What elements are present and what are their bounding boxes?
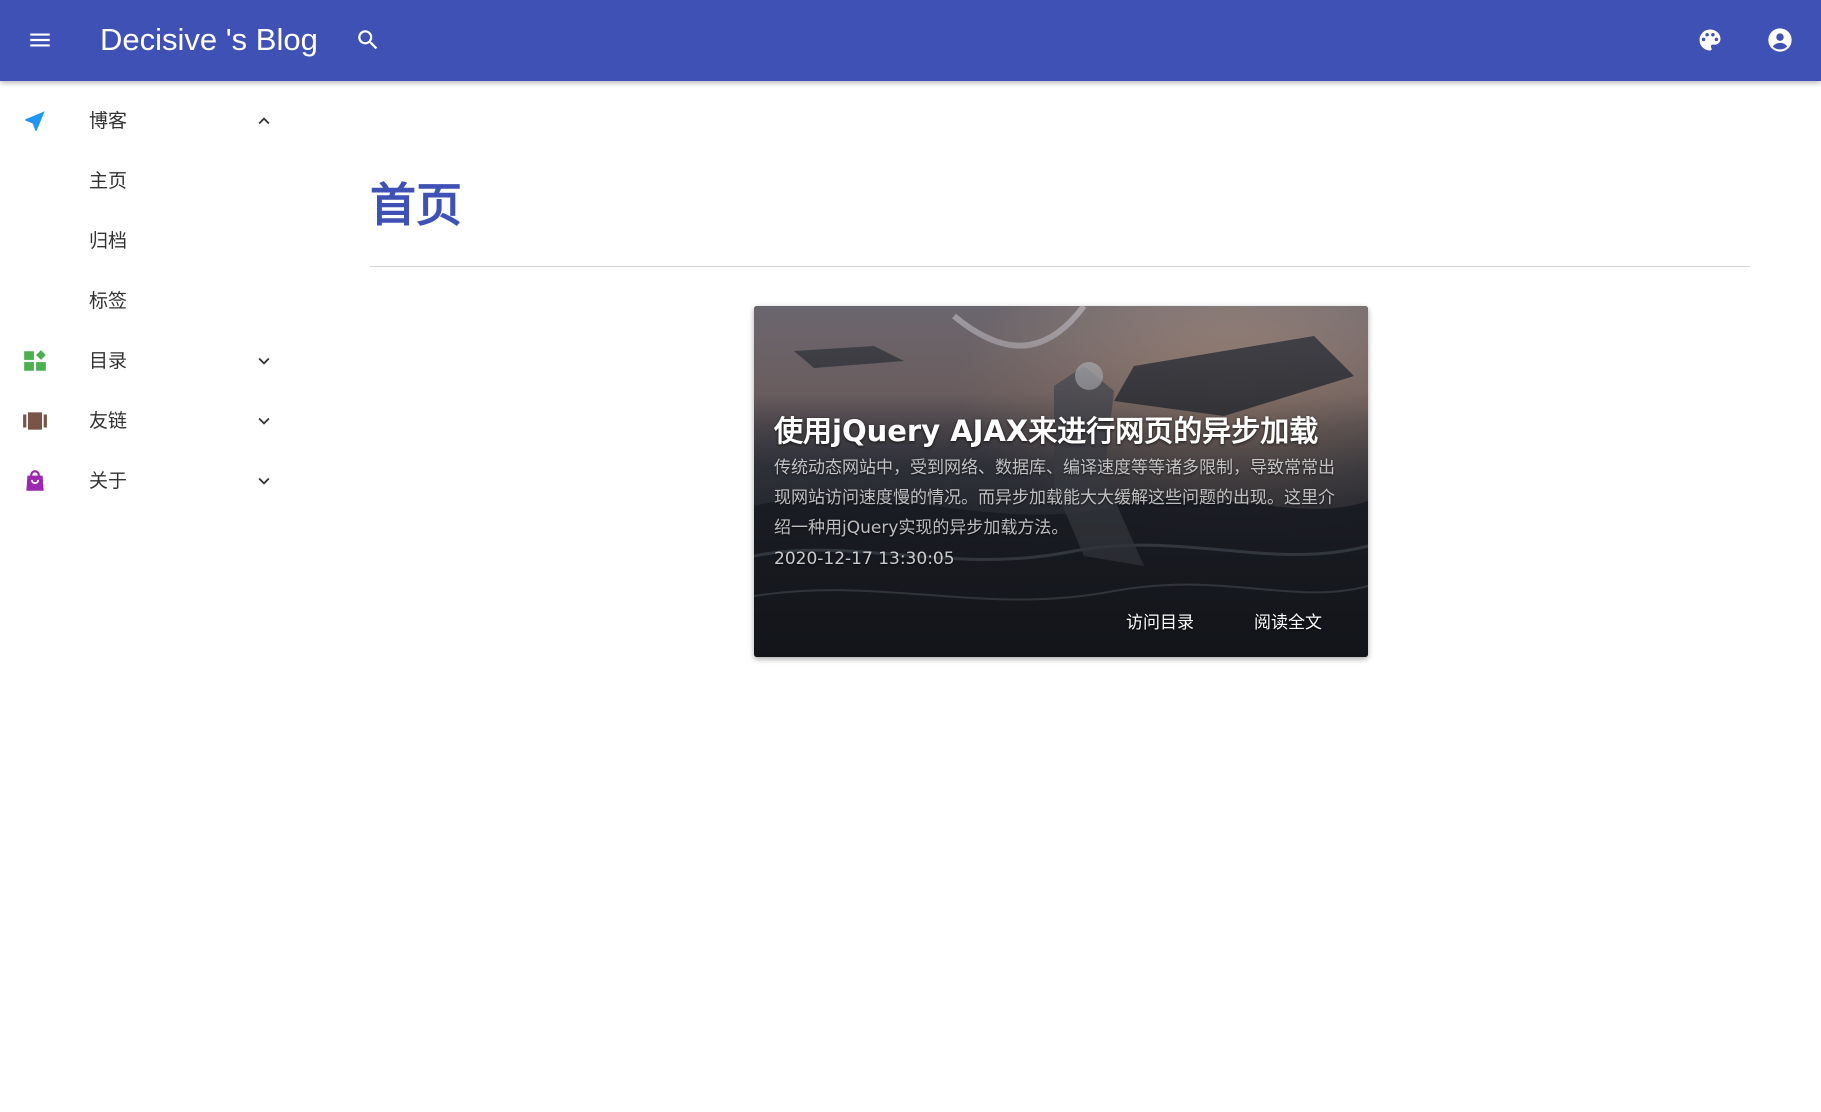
sidebar-item-label: 友链 bbox=[89, 410, 128, 432]
search-icon bbox=[358, 30, 378, 50]
sidebar-item-label: 主页 bbox=[89, 170, 128, 192]
sidebar-item-links[interactable]: 友链 bbox=[0, 391, 300, 451]
shopping-bag-icon bbox=[20, 469, 50, 493]
menu-button[interactable] bbox=[20, 20, 60, 60]
search-button[interactable] bbox=[348, 20, 388, 60]
post-date: 2020-12-17 13:30:05 bbox=[774, 549, 955, 569]
sidebar-item-label: 目录 bbox=[89, 350, 128, 372]
navigation-icon bbox=[20, 109, 50, 133]
chevron-down-icon bbox=[252, 349, 276, 373]
post-excerpt: 传统动态网站中，受到网络、数据库、编译速度等等诸多限制，导致常常出现网站访问速度… bbox=[774, 458, 1335, 538]
menu-icon bbox=[30, 33, 50, 47]
sidebar-item-label: 标签 bbox=[89, 290, 128, 312]
site-title[interactable]: Decisive 's Blog bbox=[100, 20, 318, 60]
read-more-button[interactable]: 阅读全文 bbox=[1246, 606, 1330, 640]
sidebar-item-label: 博客 bbox=[89, 110, 128, 132]
navigation-drawer: 博客 主页 归档 标签 目录 友链 关于 bbox=[0, 81, 300, 1112]
chevron-down-icon bbox=[252, 469, 276, 493]
sidebar-item-home[interactable]: 主页 bbox=[0, 151, 300, 211]
account-circle-icon bbox=[1768, 28, 1792, 52]
sidebar-item-blog[interactable]: 博客 bbox=[0, 91, 300, 151]
sidebar-item-catalog[interactable]: 目录 bbox=[0, 331, 300, 391]
view-toc-button[interactable]: 访问目录 bbox=[1118, 606, 1202, 640]
post-card: 使用jQuery AJAX来进行网页的异步加载 传统动态网站中，受到网络、数据库… bbox=[754, 306, 1368, 657]
view-array-icon bbox=[20, 409, 50, 433]
chevron-up-icon bbox=[252, 109, 276, 133]
palette-icon bbox=[1699, 29, 1721, 51]
sidebar-item-label: 关于 bbox=[89, 470, 128, 492]
chevron-down-icon bbox=[252, 409, 276, 433]
title-divider bbox=[370, 266, 1750, 267]
account-button[interactable] bbox=[1760, 20, 1800, 60]
theme-palette-button[interactable] bbox=[1690, 20, 1730, 60]
sidebar-item-archive[interactable]: 归档 bbox=[0, 211, 300, 271]
dashboard-icon bbox=[20, 349, 50, 373]
sidebar-item-label: 归档 bbox=[89, 230, 128, 252]
page-title: 首页 bbox=[370, 178, 462, 232]
sidebar-item-about[interactable]: 关于 bbox=[0, 451, 300, 511]
sidebar-item-tags[interactable]: 标签 bbox=[0, 271, 300, 331]
post-title[interactable]: 使用jQuery AJAX来进行网页的异步加载 bbox=[774, 406, 1354, 456]
app-bar: Decisive 's Blog bbox=[0, 0, 1821, 81]
